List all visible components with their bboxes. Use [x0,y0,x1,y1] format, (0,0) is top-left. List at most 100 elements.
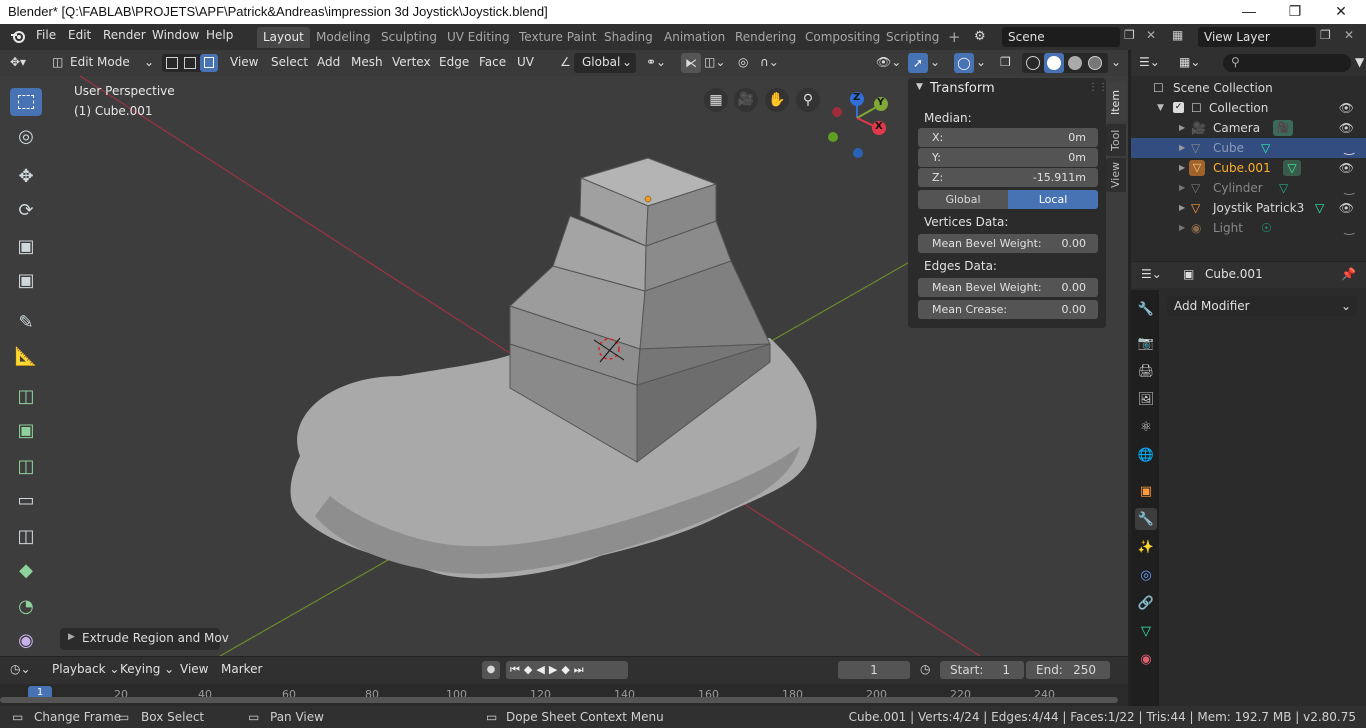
annotate-tool-icon[interactable]: ✎ [10,308,42,336]
measure-tool-icon[interactable]: 📐 [10,342,42,370]
constraints-props-icon[interactable]: 🔗 [1135,592,1157,614]
eye-icon[interactable]: 👁 [1339,118,1354,138]
eye-icon[interactable]: 👁 [1339,98,1354,118]
eye-icon[interactable]: 👁 [1339,158,1354,178]
outliner-item-light[interactable]: ▶ ◉ Light ☉ ‿ [1131,218,1366,238]
outliner-item-camera[interactable]: ▶ 🎥 Camera 🎥 👁 [1131,118,1366,138]
pan-hand-icon[interactable]: ✋ [765,88,789,112]
output-props-icon[interactable]: 🖨 [1135,360,1157,382]
menu-add[interactable]: Add [313,53,344,73]
play-reverse-icon[interactable]: ◀ [536,663,548,676]
chevron-right-icon[interactable]: ▶ [1179,138,1185,158]
collection-row[interactable]: ▼ ✓ ☐ Collection 👁 [1131,98,1366,118]
clock-icon[interactable]: ◷ [920,662,930,676]
chevron-right-icon[interactable]: ▶ [1179,198,1185,218]
chevron-down-icon[interactable]: ⌄ [930,55,940,69]
eye-closed-icon[interactable]: ‿ [1344,138,1354,158]
menu-window[interactable]: Window [148,28,203,42]
zoom-icon[interactable]: ⚲ [796,88,820,112]
camera-data-icon[interactable]: 🎥 [1273,120,1293,136]
delete-view-layer-icon[interactable]: ✕ [1344,28,1354,42]
modifier-props-icon[interactable]: 🔧 [1135,508,1157,530]
solid-shading-icon[interactable] [1044,53,1064,73]
chevron-down-icon[interactable]: ⌄ [1111,55,1121,69]
current-frame-field[interactable]: 1 [838,661,910,679]
menu-mesh[interactable]: Mesh [347,53,387,73]
jump-start-icon[interactable]: ⏮ [510,663,524,676]
xray-icon[interactable]: ❐ [1000,55,1011,69]
outliner-editor-type-icon[interactable]: ☰⌄ [1139,55,1160,69]
median-x-field[interactable]: X: 0m [918,128,1098,147]
edge-select-icon[interactable] [184,57,196,69]
overlays-toggle-icon[interactable]: ◯ [954,53,974,73]
transform-panel-title[interactable]: Transform [930,81,995,96]
orientation-dropdown[interactable]: Global ⌄ [574,53,636,73]
eye-closed-icon[interactable]: ‿ [1344,178,1354,198]
grid-view-icon[interactable]: ▦ [704,88,728,112]
chevron-right-icon[interactable]: ▶ [1179,218,1185,238]
tab-rendering[interactable]: Rendering [729,27,802,48]
median-z-field[interactable]: Z: -15.911m [918,168,1098,187]
transform-tool-icon[interactable]: ▣ [10,266,42,294]
face-select-icon[interactable] [200,54,218,72]
view-layer-icon[interactable]: ▦ [1172,28,1183,42]
chevron-right-icon[interactable]: ▶ [1179,158,1185,178]
local-space-button[interactable]: Local [1008,190,1098,209]
menu-view[interactable]: View [226,53,262,73]
properties-editor-type-icon[interactable]: ☰⌄ [1141,267,1162,281]
menu-edge[interactable]: Edge [435,53,473,73]
new-view-layer-icon[interactable]: ❐ [1320,28,1331,42]
chevron-down-icon[interactable]: ▼ [916,82,923,92]
blender-logo-icon[interactable] [10,28,26,44]
edge-bevel-weight-field[interactable]: Mean Bevel Weight: 0.00 [918,278,1098,297]
tab-compositing[interactable]: Compositing [799,27,886,48]
poly-build-tool-icon[interactable]: ◆ [10,556,42,584]
mode-dropdown[interactable]: Edit Mode ⌄ [66,53,156,73]
checkbox-icon[interactable]: ✓ [1173,102,1184,113]
mesh-data-icon[interactable]: ▽ [1261,138,1270,158]
menu-select[interactable]: Select [267,53,312,73]
light-data-icon[interactable]: ☉ [1261,218,1272,238]
playback-controls[interactable]: ⏮◆◀▶◆⏭ [506,661,628,679]
record-icon[interactable]: ● [482,661,500,679]
tool-settings-icon[interactable]: 🔧 [1135,298,1157,320]
bevel-tool-icon[interactable]: ▭ [10,486,42,514]
rendered-shading-icon[interactable] [1088,56,1102,70]
object-props-icon[interactable]: ▣ [1135,480,1157,502]
scale-tool-icon[interactable]: ▣ [10,232,42,260]
outliner-item-cube[interactable]: ▶ ▽ Cube ▽ ‿ [1131,138,1366,158]
chevron-down-icon[interactable]: ▼ [1157,98,1164,118]
rotate-tool-icon[interactable]: ⟳ [10,196,42,224]
drag-handle-icon[interactable]: ⋮⋮ [1088,82,1108,93]
eye-icon[interactable]: 👁 [1339,198,1354,218]
cursor-tool-icon[interactable]: ◎ [10,122,42,150]
falloff-icon[interactable]: ∩⌄ [760,55,779,69]
outliner-item-joystik-patrick3[interactable]: ▶ ▽ Joystik Patrick3 ▽ 👁 [1131,198,1366,218]
last-operator-panel[interactable]: ▶ Extrude Region and Mov [60,628,229,650]
display-mode-icon[interactable]: ▦⌄ [1179,55,1200,69]
add-cube-tool-icon[interactable]: ◫ [10,382,42,410]
filter-icon[interactable]: ▼ [1355,55,1364,69]
menu-marker[interactable]: Marker [217,660,266,680]
mesh-data-icon[interactable]: ▽ [1279,178,1288,198]
mesh-data-icon[interactable]: ▽ [1283,160,1301,176]
view-layer-field[interactable]: View Layer [1198,27,1316,47]
tab-sculpting[interactable]: Sculpting [375,27,443,48]
gizmo-toggle-icon[interactable]: ➚ [908,53,928,73]
eye-closed-icon[interactable]: ‿ [1344,218,1354,238]
tab-view[interactable]: View [1106,158,1126,192]
world-props-icon[interactable]: 🌐 [1135,444,1157,466]
tab-item[interactable]: Item [1106,82,1126,122]
select-box-tool-icon[interactable] [10,88,42,116]
tab-texture-paint[interactable]: Texture Paint [513,27,602,48]
play-icon[interactable]: ▶ [549,663,561,676]
start-frame-field[interactable]: Start: 1 [940,661,1024,679]
outliner-item-cube-001[interactable]: ▶ ▽ Cube.001 ▽ 👁 [1131,158,1366,178]
smooth-tool-icon[interactable]: ◉ [10,626,42,654]
add-workspace-button[interactable]: + [942,27,967,48]
menu-keying[interactable]: Keying ⌄ [116,660,178,680]
timeline-editor-type-icon[interactable]: ◷⌄ [10,662,31,676]
tab-uv-editing[interactable]: UV Editing [441,27,516,48]
tab-shading[interactable]: Shading [598,27,659,48]
loop-cut-tool-icon[interactable]: ◫ [10,522,42,550]
